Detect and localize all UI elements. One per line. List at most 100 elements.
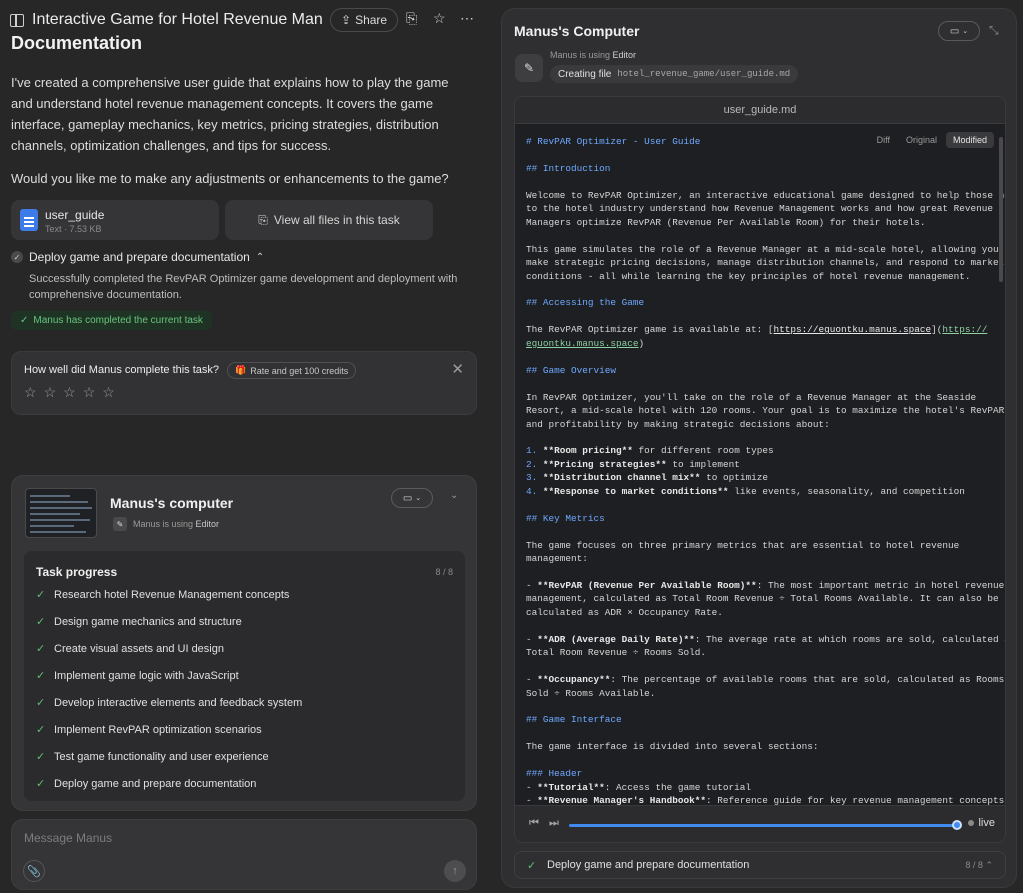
monitor-icon: ▭ xyxy=(949,25,960,37)
monitor-icon: ▭ xyxy=(402,492,413,504)
playback-track[interactable] xyxy=(569,820,962,830)
computer-card-title: Manus's computer xyxy=(110,495,234,511)
task-label: Develop interactive elements and feedbac… xyxy=(54,696,303,709)
check-icon: ✓ xyxy=(36,751,46,763)
rating-card: How well did Manus complete this task? 🎁… xyxy=(11,351,477,415)
completed-badge: ✓ Manus has completed the current task xyxy=(11,311,212,330)
reward-label: Rate and get 100 credits xyxy=(250,365,349,376)
step-count: 8 / 8 ⌃ xyxy=(965,860,993,871)
reward-badge: 🎁 Rate and get 100 credits xyxy=(227,362,357,379)
task-label: Create visual assets and UI design xyxy=(54,642,224,655)
task-label: Implement game logic with JavaScript xyxy=(54,669,239,682)
check-icon: ✓ xyxy=(36,724,46,736)
section-heading: Documentation xyxy=(11,33,143,53)
star-4-icon[interactable]: ☆ xyxy=(83,384,96,401)
skip-back-icon[interactable]: ⏮ xyxy=(529,817,539,830)
task-title: Interactive Game for Hotel Revenue Manag… xyxy=(32,11,322,28)
minimize-icon[interactable]: ⤡ xyxy=(989,23,999,38)
task-item: ✓ Implement game logic with JavaScript xyxy=(36,669,239,683)
file-name: user_guide xyxy=(45,208,105,222)
computer-card-status: ✎ Manus is using Editor xyxy=(113,517,219,531)
using-prefix: Manus is using xyxy=(550,50,611,60)
computer-panel: Manus's Computer ▭ ⌄ ⤡ ✎ Manus is using E… xyxy=(501,8,1017,888)
skip-forward-icon[interactable]: ⏭ xyxy=(549,817,559,830)
computer-thumbnail[interactable] xyxy=(25,488,97,538)
check-icon: ✓ xyxy=(36,643,46,655)
assistant-question: Would you like me to make any adjustment… xyxy=(11,171,449,186)
task-label: Research hotel Revenue Management concep… xyxy=(54,588,290,601)
completed-label: Manus has completed the current task xyxy=(33,315,203,326)
action-badge: Creating file hotel_revenue_game/user_gu… xyxy=(550,65,799,83)
star-rating: ☆ ☆ ☆ ☆ ☆ xyxy=(24,384,115,401)
task-item: ✓ Test game functionality and user experi… xyxy=(36,750,269,764)
monitor-dropdown-button[interactable]: ▭ ⌄ xyxy=(938,21,980,41)
star-5-icon[interactable]: ☆ xyxy=(102,384,115,401)
view-all-files-button[interactable]: ⎘ View all files in this task xyxy=(225,200,433,240)
share-label: Share xyxy=(355,13,388,27)
playback-bar: ⏮ ⏭ live xyxy=(515,805,1005,842)
file-path: hotel_revenue_game/user_guide.md xyxy=(617,69,791,79)
file-content: # RevPAR Optimizer - User Guide ## Intro… xyxy=(526,136,1005,807)
chat-panel: Interactive Game for Hotel Revenue Manag… xyxy=(0,0,490,893)
star-1-icon[interactable]: ☆ xyxy=(24,384,37,401)
step-description: Successfully completed the RevPAR Optimi… xyxy=(29,273,458,301)
check-icon: ✓ xyxy=(36,670,46,682)
task-label: Implement RevPAR optimization scenarios xyxy=(54,723,262,736)
live-dot-icon xyxy=(968,820,975,826)
current-step-bar[interactable]: ✓ Deploy game and prepare documentation … xyxy=(514,851,1006,879)
task-item: ✓ Implement RevPAR optimization scenarios xyxy=(36,723,262,737)
step-status-icon: ✓ xyxy=(11,251,23,263)
task-progress: Task progress 8 / 8 ✓ Research hotel Reve… xyxy=(24,551,465,801)
step-header[interactable]: ✓ Deploy game and prepare documentation … xyxy=(11,250,264,264)
editor-icon: ✎ xyxy=(113,517,127,531)
share-button[interactable]: ⇪ Share xyxy=(330,8,399,32)
task-item: ✓ Deploy game and prepare documentation xyxy=(36,777,257,791)
check-icon: ✓ xyxy=(36,616,46,628)
file-meta: Text · 7.53 KB xyxy=(45,224,102,234)
playback-handle[interactable] xyxy=(952,820,962,830)
check-icon: ✓ xyxy=(36,778,46,790)
collapse-chevron-icon[interactable]: ⌄ xyxy=(450,490,458,501)
attach-icon[interactable]: 📎 xyxy=(23,860,45,882)
tool-name: Editor xyxy=(612,50,637,60)
check-icon: ✓ xyxy=(36,589,46,601)
computer-panel-title: Manus's Computer xyxy=(514,23,640,39)
task-label: Test game functionality and user experie… xyxy=(54,750,269,763)
gift-icon: 🎁 xyxy=(235,365,247,375)
send-button[interactable]: ↑ xyxy=(444,860,466,882)
assistant-message: I've created a comprehensive user guide … xyxy=(11,75,449,153)
star-2-icon[interactable]: ☆ xyxy=(44,384,57,401)
task-progress-title: Task progress xyxy=(36,565,118,579)
more-icon[interactable]: ⋯ xyxy=(460,10,474,27)
task-label: Design game mechanics and structure xyxy=(54,615,242,628)
live-indicator[interactable]: live xyxy=(968,817,995,829)
sidebar-toggle-icon[interactable] xyxy=(10,13,24,27)
task-item: ✓ Design game mechanics and structure xyxy=(36,615,242,629)
chevron-down-icon: ⌄ xyxy=(415,495,422,502)
message-composer[interactable]: Message Manus 📎 ↑ xyxy=(11,819,477,890)
task-item: ✓ Develop interactive elements and feedba… xyxy=(36,696,303,710)
task-item: ✓ Create visual assets and UI design xyxy=(36,642,224,656)
editor-window: user_guide.md Diff Original Modified # R… xyxy=(514,96,1006,843)
task-count: 8 / 8 xyxy=(435,567,453,577)
rating-question: How well did Manus complete this task? xyxy=(24,364,220,376)
star-3-icon[interactable]: ☆ xyxy=(63,384,76,401)
message-input[interactable]: Message Manus xyxy=(24,831,112,845)
close-icon[interactable]: ✕ xyxy=(451,360,464,378)
file-attachment[interactable]: user_guide Text · 7.53 KB xyxy=(11,200,219,240)
using-prefix: Manus is using xyxy=(133,519,194,529)
check-icon: ✓ xyxy=(527,860,537,872)
monitor-dropdown-button[interactable]: ▭ ⌄ xyxy=(391,488,433,508)
action-label: Creating file xyxy=(558,68,612,80)
task-label: Deploy game and prepare documentation xyxy=(54,777,257,790)
task-item: ✓ Research hotel Revenue Management conce… xyxy=(36,588,290,602)
chevron-down-icon: ⌄ xyxy=(962,28,969,35)
copy-icon[interactable]: ⎘ xyxy=(406,10,417,27)
editor-tab: user_guide.md xyxy=(515,97,1005,124)
editor-scrollbar[interactable] xyxy=(999,137,1003,282)
star-icon[interactable]: ☆ xyxy=(433,10,446,27)
tool-status: Manus is using Editor xyxy=(550,50,636,60)
share-icon: ⇪ xyxy=(341,13,352,27)
tool-name: Editor xyxy=(195,519,220,529)
document-icon xyxy=(20,209,38,231)
